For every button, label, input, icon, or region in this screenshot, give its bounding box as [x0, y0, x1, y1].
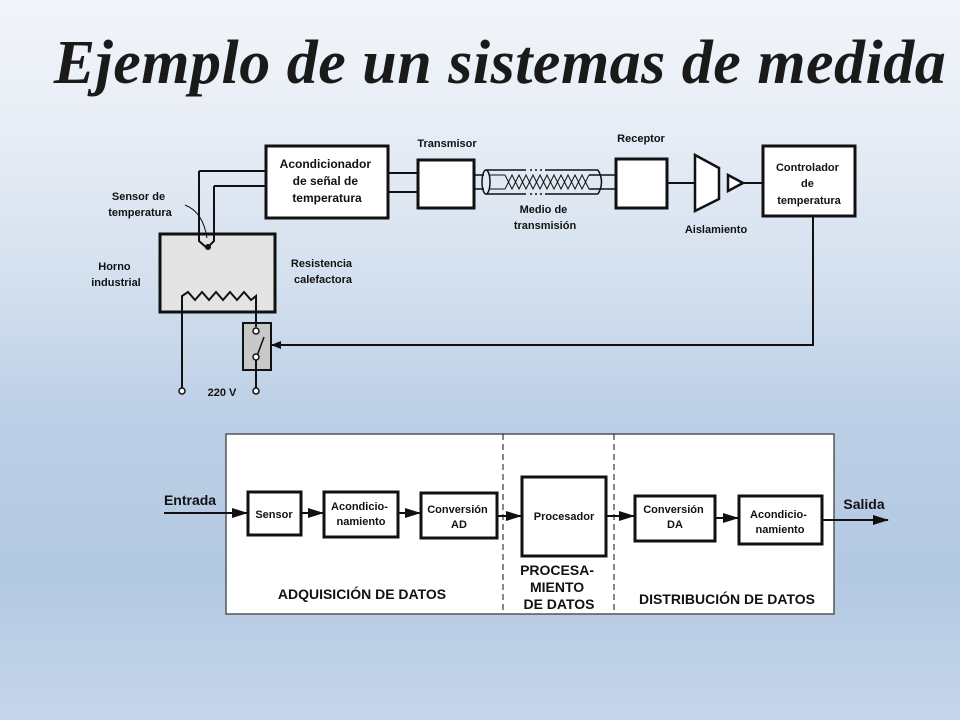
section-distribucion-label: DISTRIBUCIÓN DE DATOS [639, 590, 815, 607]
terminal-right [252, 387, 260, 395]
section-adquisicion-label: ADQUISICIÓN DE DATOS [278, 585, 446, 602]
medio-label: Medio de transmisión [514, 204, 577, 232]
acondicionador-label: Acondicionador de señal de temperatura [280, 157, 375, 205]
entrada-label: Entrada [164, 492, 216, 508]
process-control-diagram: Sensor de temperatura Horno industrial R… [91, 133, 857, 399]
sensor-block-label: Sensor [255, 509, 293, 521]
horno-label: Horno industrial [91, 261, 141, 289]
diagram-canvas: Sensor de temperatura Horno industrial R… [91, 133, 889, 615]
sensor-label: Sensor de temperatura [108, 191, 172, 219]
receptor-box [614, 157, 669, 210]
transmission-cable-icon [474, 169, 616, 195]
salida-label: Salida [843, 496, 884, 512]
resistencia-label: Resistencia calefactora [291, 258, 355, 286]
aislamiento-label: Aislamiento [685, 224, 748, 236]
procesador-label: Procesador [534, 511, 595, 523]
transmisor-label: Transmisor [417, 138, 477, 150]
data-acquisition-diagram: Entrada Salida Sensor Acondicio- namient… [164, 433, 889, 615]
isolation-amplifier-icon [693, 152, 721, 214]
voltage-label: 220 V [208, 387, 237, 399]
horno-box [158, 232, 277, 314]
transmisor-box [416, 158, 476, 210]
section-procesamiento-label: PROCESA- MIENTO DE DATOS [520, 562, 598, 612]
terminal-left [178, 387, 186, 395]
acondicionamiento-block-1 [322, 490, 400, 539]
receptor-label: Receptor [617, 133, 665, 145]
